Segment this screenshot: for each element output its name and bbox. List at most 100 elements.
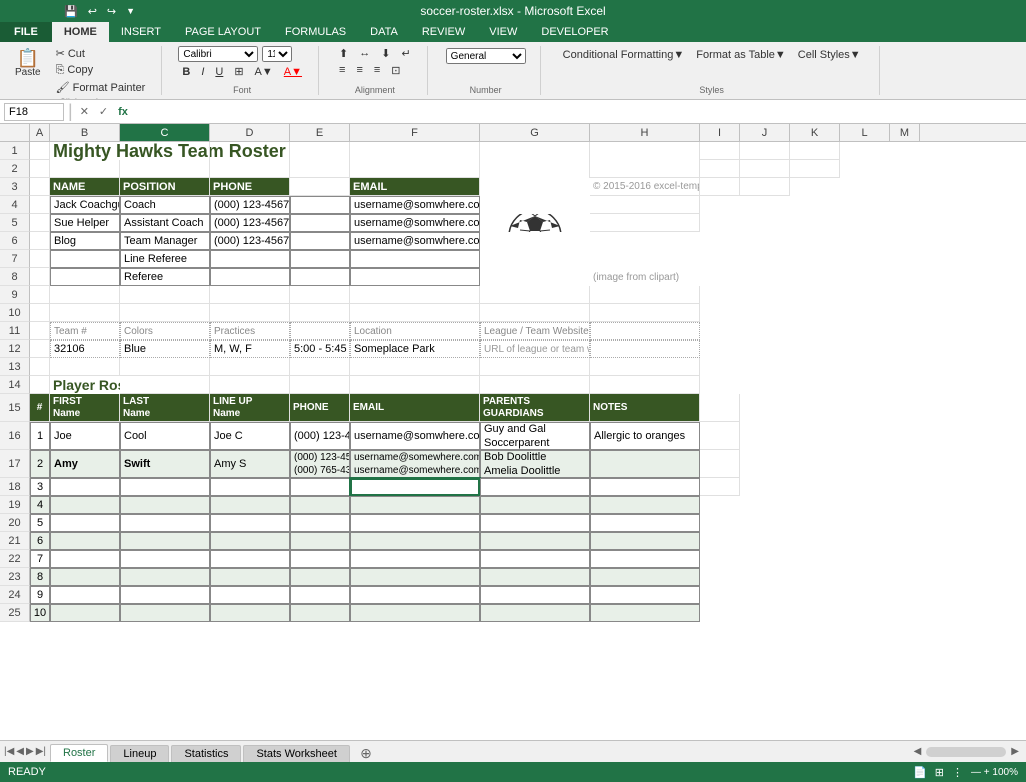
cell-g17[interactable]: Bob DoolittleAmelia Doolittle [480, 450, 590, 478]
cell-f4[interactable]: username@somwhere.com [350, 196, 480, 214]
cell-b24[interactable] [50, 586, 120, 604]
cell-e20[interactable] [290, 514, 350, 532]
cell-g18[interactable] [480, 478, 590, 496]
tab-insert[interactable]: INSERT [109, 22, 173, 42]
cell-b16[interactable]: Joe [50, 422, 120, 450]
cell-d25[interactable] [210, 604, 290, 622]
paste-btn[interactable]: 📋 Paste [8, 46, 48, 95]
save-qa-btn[interactable]: 💾 [60, 4, 82, 19]
bold-btn[interactable]: B [178, 65, 194, 79]
cell-c12[interactable]: Blue [120, 340, 210, 358]
col-header-e[interactable]: E [290, 124, 350, 141]
cell-d21[interactable] [210, 532, 290, 550]
cell-h22[interactable] [590, 550, 700, 568]
cell-d23[interactable] [210, 568, 290, 586]
horizontal-scrollbar[interactable] [926, 747, 1006, 757]
font-family-select[interactable]: Calibri [178, 46, 258, 62]
cell-a16[interactable]: 1 [30, 422, 50, 450]
cell-b1[interactable]: Mighty Hawks Team Roster [50, 142, 120, 160]
cell-a21[interactable]: 6 [30, 532, 50, 550]
tab-view[interactable]: VIEW [477, 22, 529, 42]
tab-page-layout[interactable]: PAGE LAYOUT [173, 22, 273, 42]
col-header-a[interactable]: A [30, 124, 50, 141]
cell-e2[interactable] [290, 160, 350, 178]
col-header-h[interactable]: H [590, 124, 700, 141]
cell-d24[interactable] [210, 586, 290, 604]
cell-h21[interactable] [590, 532, 700, 550]
tab-first-btn[interactable]: |◀ [4, 746, 14, 757]
cell-d2[interactable] [210, 160, 290, 178]
font-size-select[interactable]: 11 [262, 46, 292, 62]
cell-c20[interactable] [120, 514, 210, 532]
cell-f21[interactable] [350, 532, 480, 550]
tab-formulas[interactable]: FORMULAS [273, 22, 358, 42]
sheet-tab-lineup[interactable]: Lineup [110, 745, 169, 762]
number-format-select[interactable]: General [446, 48, 526, 64]
cell-f3[interactable]: EMAIL [350, 178, 480, 196]
underline-btn[interactable]: U [211, 65, 227, 79]
cell-b19[interactable] [50, 496, 120, 514]
page-view-btn[interactable]: 📄 [913, 766, 927, 779]
cell-c24[interactable] [120, 586, 210, 604]
cell-f7[interactable] [350, 250, 480, 268]
redo-qa-btn[interactable]: ↪ [103, 4, 120, 19]
cell-d6[interactable]: (000) 123-4567 [210, 232, 290, 250]
align-middle-btn[interactable]: ↔ [355, 46, 374, 61]
cell-e22[interactable] [290, 550, 350, 568]
cell-h2[interactable] [590, 160, 700, 178]
cell-a20[interactable]: 5 [30, 514, 50, 532]
formula-input[interactable] [135, 106, 1022, 118]
col-header-b[interactable]: B [50, 124, 120, 141]
cell-f6[interactable]: username@somwhere.com [350, 232, 480, 250]
cell-c16[interactable]: Cool [120, 422, 210, 450]
undo-qa-btn[interactable]: ↩ [84, 4, 101, 19]
cancel-formula-btn[interactable]: ✕ [77, 105, 92, 118]
cell-b25[interactable] [50, 604, 120, 622]
cell-e25[interactable] [290, 604, 350, 622]
cell-f23[interactable] [350, 568, 480, 586]
cell-d4[interactable]: (000) 123-4567 [210, 196, 290, 214]
cell-f20[interactable] [350, 514, 480, 532]
cell-d19[interactable] [210, 496, 290, 514]
tab-next-btn[interactable]: ▶ [26, 746, 34, 757]
sheet-tab-roster[interactable]: Roster [50, 744, 108, 762]
tab-prev-btn[interactable]: ◀ [16, 746, 24, 757]
cell-e21[interactable] [290, 532, 350, 550]
cell-f24[interactable] [350, 586, 480, 604]
cell-e16[interactable]: (000) 123-4567 [290, 422, 350, 450]
cell-c21[interactable] [120, 532, 210, 550]
cell-c3[interactable]: POSITION [120, 178, 210, 196]
cell-a23[interactable]: 8 [30, 568, 50, 586]
insert-function-btn[interactable]: fx [115, 106, 131, 118]
cell-styles-btn[interactable]: Cell Styles▼ [794, 48, 865, 62]
cell-a2[interactable] [30, 160, 50, 178]
cell-reference-box[interactable] [4, 103, 64, 121]
cell-d17[interactable]: Amy S [210, 450, 290, 478]
cell-b12[interactable]: 32106 [50, 340, 120, 358]
cell-h19[interactable] [590, 496, 700, 514]
cell-g21[interactable] [480, 532, 590, 550]
scroll-left-btn[interactable]: ◀ [911, 746, 925, 757]
copy-btn[interactable]: ⎘ Copy [52, 63, 150, 78]
tab-review[interactable]: REVIEW [410, 22, 477, 42]
cell-c18[interactable] [120, 478, 210, 496]
cell-f22[interactable] [350, 550, 480, 568]
col-header-c[interactable]: C [120, 124, 210, 141]
fill-color-btn[interactable]: A▼ [251, 65, 277, 79]
align-top-btn[interactable]: ⬆ [335, 46, 352, 61]
cell-b6[interactable]: Blog [50, 232, 120, 250]
sheet-tab-statistics[interactable]: Statistics [171, 745, 241, 762]
cell-b4[interactable]: Jack Coachguy [50, 196, 120, 214]
merge-btn[interactable]: ⊡ [387, 63, 404, 78]
col-header-l[interactable]: L [840, 124, 890, 141]
cell-c17[interactable]: Swift [120, 450, 210, 478]
cell-f5[interactable]: username@somwhere.com [350, 214, 480, 232]
cell-b21[interactable] [50, 532, 120, 550]
cell-c7[interactable]: Line Referee [120, 250, 210, 268]
cell-f12[interactable]: Someplace Park [350, 340, 480, 358]
cell-h23[interactable] [590, 568, 700, 586]
cell-f17[interactable]: username@somewhere.comusername@somewhere… [350, 450, 480, 478]
tab-last-btn[interactable]: ▶| [36, 746, 46, 757]
dropdown-qa-btn[interactable]: ▼ [122, 5, 139, 17]
col-header-i[interactable]: I [700, 124, 740, 141]
